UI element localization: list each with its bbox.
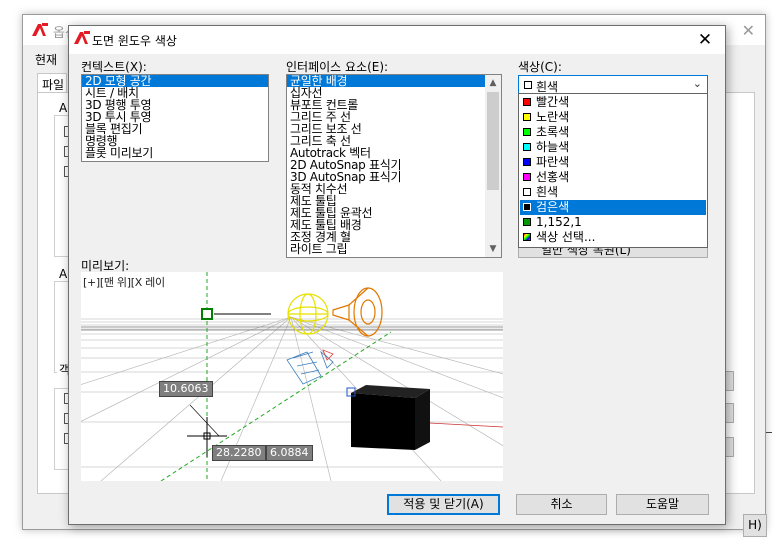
interface-element-label: 인터페이스 요소(E): — [286, 60, 389, 74]
color-select[interactable]: 흰색 ⌄ — [518, 75, 708, 94]
color-option-label: 흰색 — [536, 185, 559, 199]
scroll-thumb[interactable] — [487, 92, 499, 190]
scroll-down-icon[interactable]: ▼ — [485, 241, 501, 257]
color-dropdown-list[interactable]: 빨간색 노란색 초록색 하늘색 파란색 선홍색 흰색 검은색 1,152,1 색상 선택... — [518, 93, 708, 248]
interface-element-listbox[interactable]: 균일한 배경 십자선 뷰포트 컨트롤 그리드 주 선 그리드 보조 선 그리드 축 선 Au… — [286, 74, 502, 258]
current-profile-label: 현재 — [35, 53, 58, 67]
color-option[interactable]: 색상 선택... — [520, 230, 706, 245]
color-swatch-icon — [523, 98, 531, 106]
color-option-label: 1,152,1 — [536, 215, 582, 229]
color-option-label: 검은색 — [536, 200, 570, 214]
color-swatch-icon — [523, 158, 531, 166]
color-swatch-icon — [523, 188, 531, 196]
preview-viewport: [+][맨 위][X 레이 10.6063 28.2280 6.0884 — [81, 272, 503, 481]
scrollbar[interactable]: ▲ ▼ — [485, 75, 501, 257]
drawing-window-colors-dialog: 도면 윈도우 색상 ✕ 컨텍스트(X): 2D 모형 공간 시트 / 배치 3D 평… — [68, 25, 726, 525]
color-option[interactable]: 하늘색 — [520, 140, 706, 155]
color-option[interactable]: 파란색 — [520, 155, 706, 170]
color-swatch-icon — [523, 203, 531, 211]
dynamic-dimension-box: 10.6063 — [159, 381, 213, 397]
scroll-up-icon[interactable]: ▲ — [485, 75, 501, 91]
color-swatch-icon — [523, 233, 531, 241]
color-swatch-icon — [523, 113, 531, 121]
color-option-label: 빨간색 — [536, 95, 570, 109]
color-option-label: 하늘색 — [536, 140, 570, 154]
color-option[interactable]: 선홍색 — [520, 170, 706, 185]
color-option-label: 선홍색 — [536, 170, 570, 184]
point-light-icon — [287, 293, 329, 335]
interface-item[interactable]: 라이트 그립 — [287, 243, 501, 255]
autocad-logo-icon — [31, 23, 49, 40]
color-label: 색상(C): — [518, 60, 562, 74]
current-color-swatch — [524, 81, 532, 89]
dialog-title: 도면 윈도우 색상 — [92, 34, 177, 48]
color-option[interactable]: 흰색 — [520, 185, 706, 200]
dynamic-dimension-box: 6.0884 — [266, 445, 313, 461]
options-help-button[interactable]: H) — [743, 514, 767, 537]
tab-file-label: 파일 — [42, 78, 65, 92]
chevron-down-icon[interactable]: ⌄ — [693, 77, 702, 90]
color-swatch-icon — [523, 173, 531, 181]
autocad-logo-icon — [73, 31, 91, 48]
dynamic-dimension-box: 28.2280 — [212, 445, 266, 461]
color-swatch-icon — [523, 143, 531, 151]
context-item[interactable]: 플롯 미리보기 — [82, 147, 268, 159]
close-icon[interactable]: ✕ — [693, 28, 717, 52]
dialog-titlebar: 도면 윈도우 색상 ✕ — [69, 26, 725, 54]
color-option-label: 초록색 — [536, 125, 570, 139]
color-option[interactable]: 초록색 — [520, 125, 706, 140]
grid-horizon — [81, 326, 503, 331]
color-option[interactable]: 1,152,1 — [520, 215, 706, 230]
viewport-controls-label: [+][맨 위][X 레이 — [83, 276, 165, 289]
cancel-button[interactable]: 취소 — [516, 494, 607, 515]
restore-classic-colors-label: 일반 색상 복원(L) — [541, 248, 631, 257]
context-listbox[interactable]: 2D 모형 공간 시트 / 배치 3D 평행 투영 3D 투시 투영 블록 편집기 명령행… — [81, 74, 269, 162]
help-button[interactable]: 도움말 — [616, 494, 709, 515]
color-swatch-icon — [523, 218, 531, 226]
tab-file[interactable]: 파일 — [37, 73, 67, 93]
color-option[interactable]: 검은색 — [520, 200, 706, 215]
dimension-line — [189, 404, 220, 437]
color-option-label: 색상 선택... — [536, 230, 596, 244]
color-option[interactable]: 빨간색 — [520, 95, 706, 110]
divider — [766, 432, 772, 433]
solid-box — [346, 385, 430, 450]
color-swatch-icon — [523, 128, 531, 136]
color-option-label: 노란색 — [536, 110, 570, 124]
color-option[interactable]: 노란색 — [520, 110, 706, 125]
color-option-label: 파란색 — [536, 155, 570, 169]
grip-icon — [201, 308, 213, 320]
apply-and-close-button[interactable]: 적용 및 닫기(A) — [387, 494, 500, 515]
context-label: 컨텍스트(X): — [81, 60, 147, 74]
close-icon[interactable]: ✕ — [742, 21, 755, 40]
restore-classic-colors-button[interactable]: 일반 색상 복원(L) — [518, 248, 708, 258]
